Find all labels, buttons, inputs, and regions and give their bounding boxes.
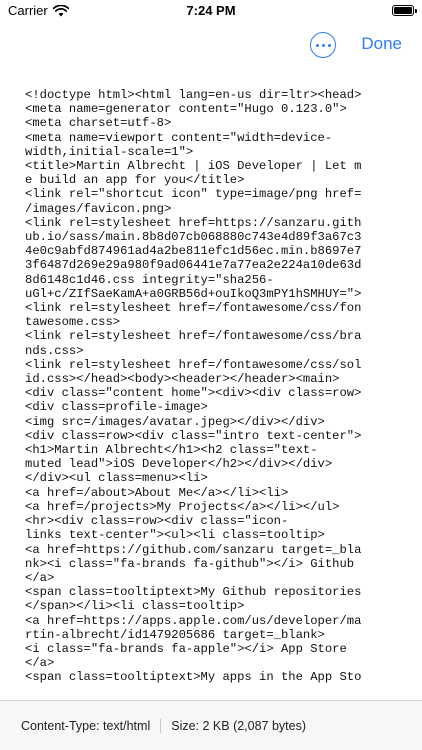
ellipsis-dot xyxy=(321,43,325,47)
source-line: <div class=row><div class="intro text-ce… xyxy=(25,428,362,443)
content-type-label: Content-Type: text/html xyxy=(21,718,151,733)
source-line: <div class=profile-image> xyxy=(25,400,208,415)
source-line: /images/favicon.png> xyxy=(25,201,172,216)
source-line: width,initial-scale=1"> xyxy=(25,144,194,159)
footer-divider xyxy=(160,718,162,733)
battery-icon xyxy=(392,5,417,16)
status-bar: Carrier 7:24 PM xyxy=(0,0,422,24)
source-code-view[interactable]: <!doctype html><html lang=en-us dir=ltr>… xyxy=(25,88,397,686)
source-line: </a> xyxy=(25,656,55,671)
source-line: <div class="content home"><div><div clas… xyxy=(25,386,362,401)
source-line: id.css></head><body><header></header><ma… xyxy=(25,372,340,387)
done-button[interactable]: Done xyxy=(361,34,402,54)
source-line: <link rel=stylesheet href=/fontawesome/c… xyxy=(25,301,362,316)
source-line: <a href=https://github.com/sanzaru targe… xyxy=(25,542,362,557)
source-line: <img src=/images/avatar.jpeg></div></div… xyxy=(25,414,325,429)
source-line: <meta charset=utf-8> xyxy=(25,116,172,131)
source-line: e build an app for you</title> xyxy=(25,173,245,188)
source-line: 4e0c9abfd874961ad4a2be811efc1d56ec.min.b… xyxy=(25,244,362,259)
source-line: <link rel=stylesheet href=/fontawesome/c… xyxy=(25,357,362,372)
source-line: <i class="fa-brands fa-apple"></i> App S… xyxy=(25,641,347,656)
source-line: nk><i class="fa-brands fa-github"></i> G… xyxy=(25,556,355,571)
source-line: <link rel=stylesheet href=/fontawesome/c… xyxy=(25,329,362,344)
navigation-bar: Done xyxy=(0,24,422,68)
source-line: <link rel=stylesheet href=https://sanzar… xyxy=(25,215,362,230)
source-line: <meta name=viewport content="width=devic… xyxy=(25,130,333,145)
source-line: <title>Martin Albrecht | iOS Developer |… xyxy=(25,159,362,174)
size-label: Size: 2 KB (2,087 bytes) xyxy=(171,718,307,733)
battery-level xyxy=(394,7,412,14)
source-line: nds.css> xyxy=(25,343,84,358)
source-line: <span class=tooltiptext>My apps in the A… xyxy=(25,670,362,685)
source-line: <hr><div class=row><div class="icon- xyxy=(25,514,289,529)
source-line: <a href=https://apps.apple.com/us/develo… xyxy=(25,613,362,628)
ellipsis-circle-icon xyxy=(315,43,319,47)
source-line: </a> xyxy=(25,570,55,585)
more-options-button[interactable] xyxy=(310,32,336,58)
source-line: ub.io/sass/main.8b8d07cb068880c743e4d89f… xyxy=(25,230,362,245)
source-line: muted lead">iOS Developer</h2></div></di… xyxy=(25,457,333,472)
status-time: 7:24 PM xyxy=(186,3,236,18)
source-line: <a href=/about>About Me</a></li><li> xyxy=(25,485,289,500)
info-footer: Content-Type: text/html Size: 2 KB (2,08… xyxy=(0,700,422,750)
source-line: <!doctype html><html lang=en-us dir=ltr>… xyxy=(25,88,362,102)
ellipsis-dot xyxy=(327,43,331,47)
source-line: uGl+c/ZIfSaeKamA+a0GRB56d+ouIkoQ3mPY1hSM… xyxy=(25,286,362,301)
source-line: <meta name=generator content="Hugo 0.123… xyxy=(25,102,347,117)
source-line: links text-center"><ul><li class=tooltip… xyxy=(25,528,325,543)
source-line: rtin-albrecht/id1479205686 target=_blank… xyxy=(25,627,325,642)
source-line: <a href=/projects>My Projects</a></li></… xyxy=(25,499,340,514)
source-line: <h1>Martin Albrecht</h1><h2 class="text- xyxy=(25,443,318,458)
source-line: </div><ul class=menu><li> xyxy=(25,471,208,486)
source-line: <span class=tooltiptext>My Github reposi… xyxy=(25,585,362,600)
source-line: 3f6487d269e29a980f9ad06441e7a77ea2e224a1… xyxy=(25,258,362,273)
source-line: </span></li><li class=tooltip> xyxy=(25,599,245,614)
source-line: tawesome.css> xyxy=(25,315,121,330)
source-line: <link rel="shortcut icon" type=image/png… xyxy=(25,187,362,202)
source-line: 8d6148c1d46.css integrity="sha256- xyxy=(25,272,274,287)
